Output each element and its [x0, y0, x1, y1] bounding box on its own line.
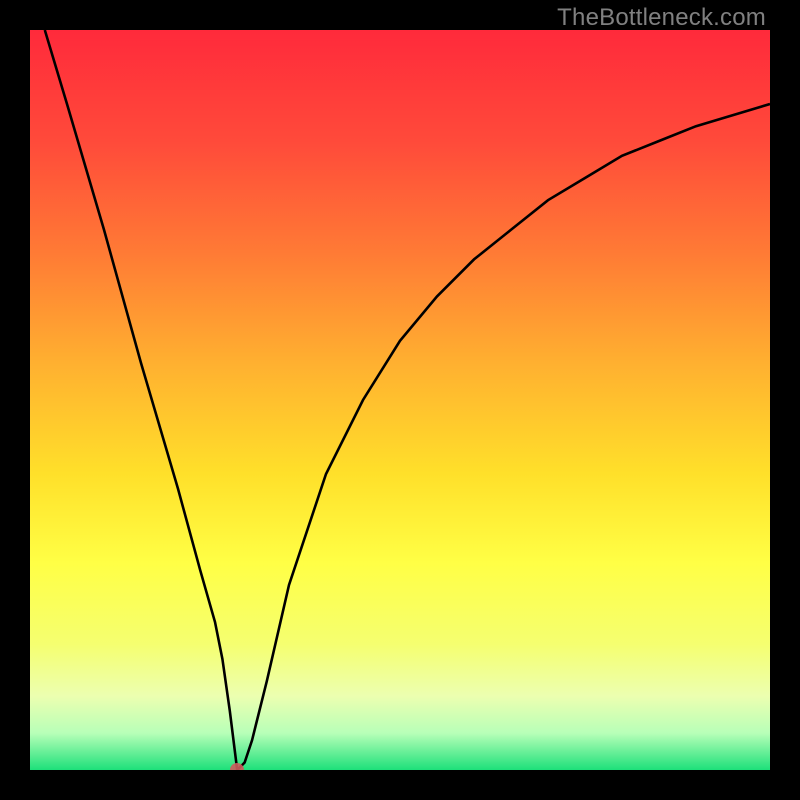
curve-svg — [30, 30, 770, 770]
bottleneck-curve — [45, 30, 770, 770]
watermark-text: TheBottleneck.com — [557, 4, 766, 32]
plot-area — [30, 30, 770, 770]
minimum-marker-dot — [230, 763, 244, 770]
chart-frame: TheBottleneck.com — [0, 0, 800, 800]
